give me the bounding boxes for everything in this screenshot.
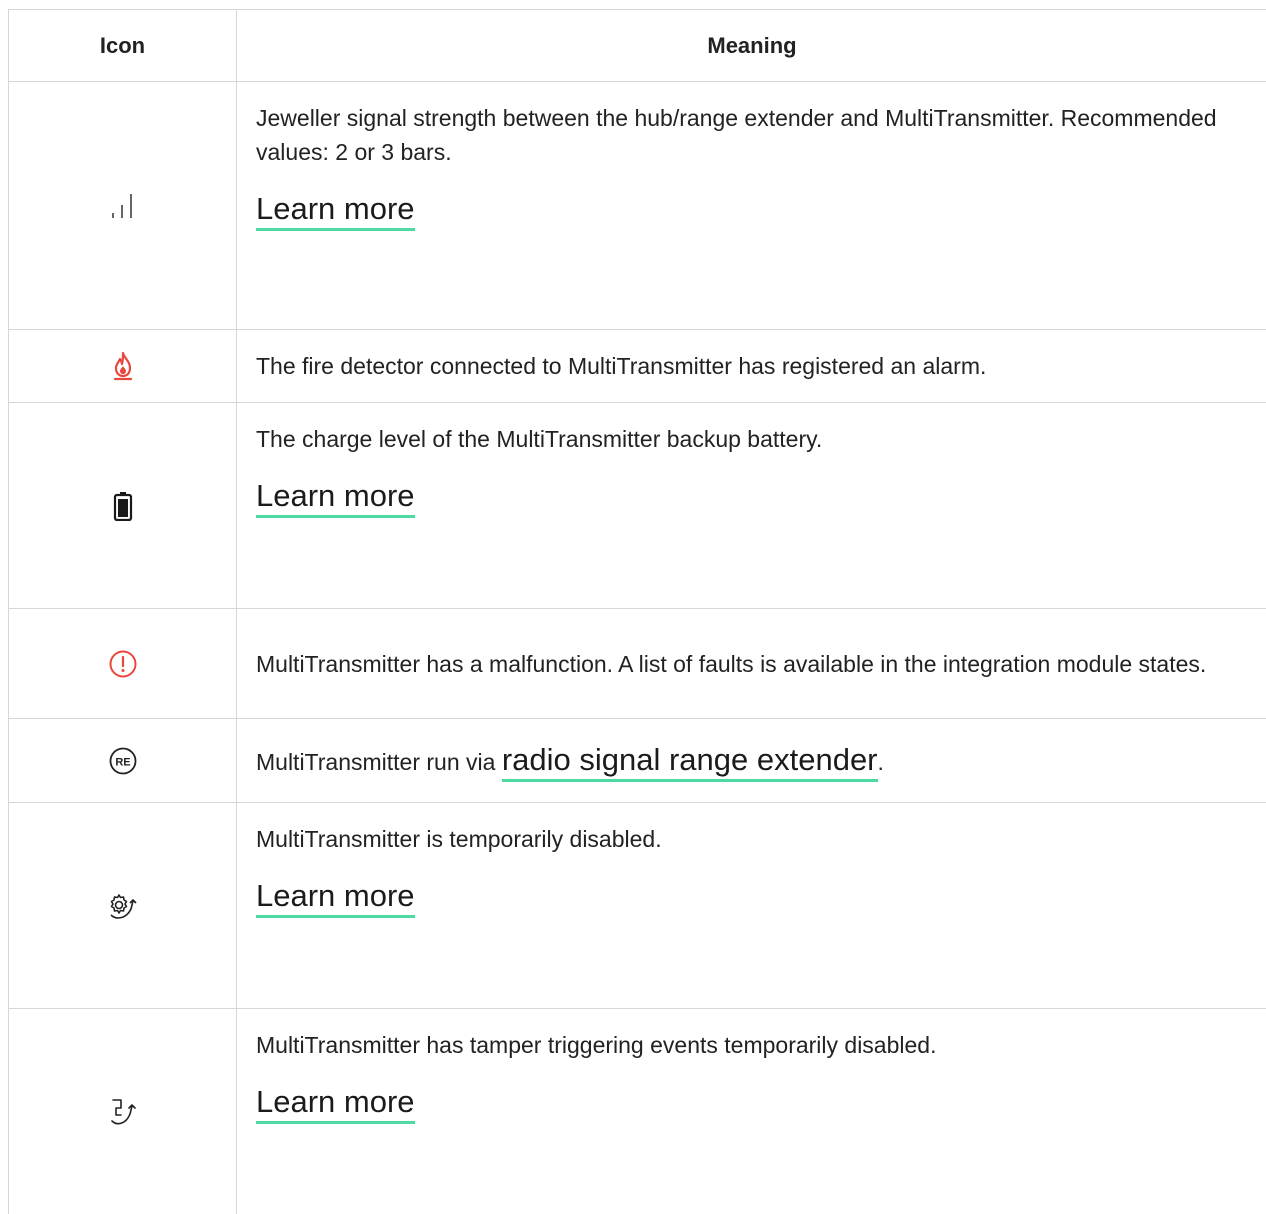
row-description: The charge level of the MultiTransmitter… [256, 426, 823, 452]
meaning-cell: MultiTransmitter is temporarily disabled… [237, 803, 1266, 1008]
row-description: MultiTransmitter run via radio signal ra… [256, 741, 884, 782]
row-description: MultiTransmitter has tamper triggering e… [256, 1032, 937, 1058]
icon-cell [9, 330, 237, 402]
icon-cell [9, 609, 237, 718]
signal-strength-icon [108, 191, 138, 221]
learn-more-link[interactable]: Learn more [256, 878, 415, 918]
meaning-cell: Jeweller signal strength between the hub… [237, 82, 1266, 329]
table-row: The fire detector connected to MultiTran… [9, 330, 1266, 403]
table-row: MultiTransmitter is temporarily disabled… [9, 803, 1266, 1009]
temporarily-disabled-icon [106, 891, 140, 921]
device-status-table: Icon Meaning Jeweller signal strength be… [8, 9, 1266, 1214]
learn-more-link[interactable]: Learn more [256, 191, 415, 231]
meaning-cell: The fire detector connected to MultiTran… [237, 330, 1266, 402]
header-icon-column: Icon [9, 10, 237, 81]
table-row: MultiTransmitter has a malfunction. A li… [9, 609, 1266, 719]
icon-cell [9, 1009, 237, 1214]
battery-icon [113, 491, 133, 521]
row-description: The fire detector connected to MultiTran… [256, 353, 987, 379]
tamper-disabled-icon [107, 1097, 139, 1127]
icon-cell [9, 403, 237, 608]
icon-cell [9, 82, 237, 329]
icon-cell: RE [9, 719, 237, 802]
table-header-row: Icon Meaning [9, 10, 1266, 82]
header-meaning-column: Meaning [707, 32, 797, 58]
learn-more-link[interactable]: Learn more [256, 1084, 415, 1124]
row-description-suffix: . [877, 748, 884, 775]
meaning-cell: The charge level of the MultiTransmitter… [237, 403, 1266, 608]
meaning-cell: MultiTransmitter has tamper triggering e… [237, 1009, 1266, 1214]
range-extender-icon: RE [108, 746, 138, 776]
row-description: Jeweller signal strength between the hub… [256, 105, 1217, 165]
malfunction-icon [108, 649, 138, 679]
table-row: MultiTransmitter has tamper triggering e… [9, 1009, 1266, 1214]
svg-text:RE: RE [115, 756, 130, 768]
row-description: MultiTransmitter is temporarily disabled… [256, 826, 662, 852]
table-row: The charge level of the MultiTransmitter… [9, 403, 1266, 609]
row-description: MultiTransmitter has a malfunction. A li… [256, 650, 1207, 677]
icon-cell [9, 803, 237, 1008]
row-description-prefix: MultiTransmitter run via [256, 748, 502, 775]
range-extender-link[interactable]: radio signal range extender [501, 741, 878, 782]
fire-alarm-icon [110, 351, 136, 381]
table-row: Jeweller signal strength between the hub… [9, 82, 1266, 330]
table-row: RE MultiTransmitter run via radio signal… [9, 719, 1266, 803]
learn-more-link[interactable]: Learn more [256, 478, 415, 518]
meaning-cell: MultiTransmitter run via radio signal ra… [237, 719, 1266, 802]
meaning-cell: MultiTransmitter has a malfunction. A li… [237, 609, 1266, 718]
